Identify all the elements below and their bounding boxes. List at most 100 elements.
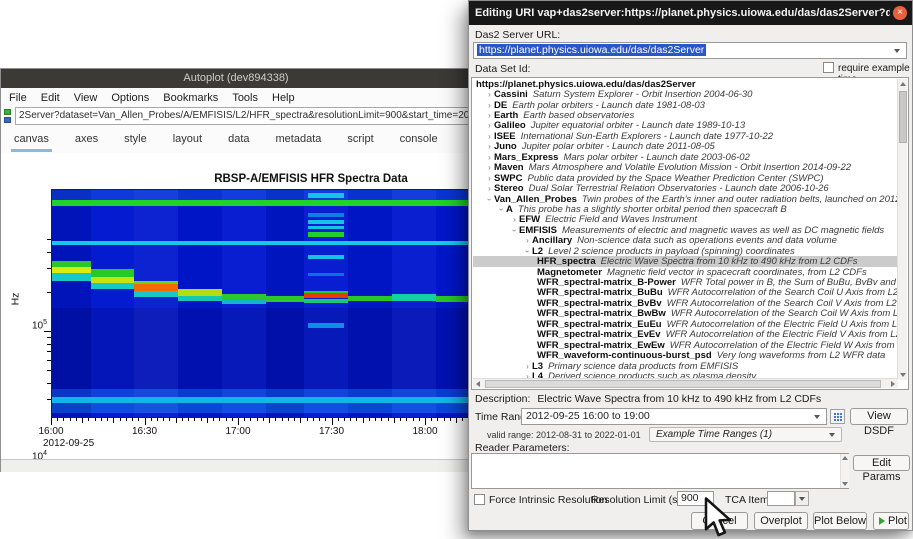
tree-item-maven[interactable]: ›MavenMars Atmosphere and Volatile Evolu… [473,163,897,173]
collapse-icon[interactable]: › [523,247,532,256]
tree-item-description: Dual Solar Terrestrial Relation Observat… [529,183,829,194]
x-tick [307,418,308,421]
spectrogram-band [308,255,343,259]
chevron-down-icon[interactable] [894,49,900,53]
expand-icon[interactable]: › [523,362,532,371]
tree-item-cassini[interactable]: ›CassiniSaturn System Explorer - Orbit I… [473,89,897,99]
chevron-down-icon[interactable] [799,497,805,501]
scroll-left-icon[interactable] [476,381,480,387]
tree-item-wfr-spectral-matrix-bwbw[interactable]: WFR_spectral-matrix_BwBwWFR Autocorrelat… [473,309,897,319]
tree-item-efw[interactable]: ›EFWElectric Field and Waves Instrument [473,215,897,225]
tree-horizontal-scrollbar[interactable] [473,378,898,388]
view-dsdf-button[interactable]: View DSDF [850,408,908,425]
plot-canvas[interactable]: RBSP-A/EMFISIS HFR Spectra Data Hz 10510… [1,153,471,459]
tree-item-https-planet-physics-uiowa-edu-das-das2s[interactable]: https://planet.physics.uiowa.edu/das/das… [473,79,897,89]
expand-icon[interactable]: › [485,153,494,162]
das2-url-combobox[interactable]: https://planet.physics.uiowa.edu/das/das… [473,42,907,59]
tab-canvas[interactable]: canvas [11,127,52,152]
plot-box[interactable] [51,189,469,418]
tab-console[interactable]: console [397,127,441,152]
tab-style[interactable]: style [121,127,150,152]
tree-item-hfr-spectra[interactable]: HFR_spectraElectric Wave Spectra from 10… [473,256,897,266]
dialog-titlebar[interactable]: Editing URI vap+das2server:https://plane… [469,1,912,25]
plot-below-button[interactable]: Plot Below [813,512,867,530]
close-icon[interactable]: × [893,6,907,20]
time-range-combobox[interactable]: 2012-09-25 16:00 to 19:00 [521,408,827,425]
tree-item-ancillary[interactable]: ›AncillaryNon-science data such as opera… [473,236,897,246]
tree-item-isee[interactable]: ›ISEEInternational Sun-Earth Explorers -… [473,131,897,141]
tca-item-dropdown-button[interactable] [795,491,809,506]
force-intrinsic-resolution-checkbox[interactable] [474,494,485,505]
tree-item-name: ISEE [494,131,516,142]
plot-button[interactable]: Plot [873,512,909,530]
expand-icon[interactable]: › [523,236,532,245]
tca-item-combobox[interactable] [767,491,795,506]
collapse-icon[interactable]: › [485,195,494,204]
tree-item-swpc[interactable]: ›SWPCPublic data provided by the Space W… [473,173,897,183]
expand-icon[interactable]: › [485,184,494,193]
tree-item-galileo[interactable]: ›GalileoJupiter equatorial orbiter - Lau… [473,121,897,131]
expand-icon[interactable]: › [485,90,494,99]
require-example-time-checkbox[interactable] [823,62,834,73]
tree-vertical-scrollbar[interactable] [897,79,907,380]
tree-item-mars-express[interactable]: ›Mars_ExpressMars polar orbiter - Launch… [473,152,897,162]
expand-icon[interactable]: › [485,132,494,141]
tree-item-wfr-spectral-matrix-bubu[interactable]: WFR_spectral-matrix_BuBuWFR Autocorrelat… [473,288,897,298]
chevron-down-icon[interactable] [814,415,820,419]
example-time-ranges-combobox[interactable]: Example Time Ranges (1) [649,427,842,442]
tab-data[interactable]: data [225,127,252,152]
spectrogram-band [52,273,91,281]
tree-item-a[interactable]: ›AThis probe has a slightly shorter orbi… [473,204,897,214]
tree-item-wfr-spectral-matrix-bvbv[interactable]: WFR_spectral-matrix_BvBvWFR Autocorrelat… [473,298,897,308]
spectrogram[interactable] [52,190,469,417]
collapse-icon[interactable]: › [510,226,519,235]
textarea-scrollbar[interactable] [840,454,849,488]
scroll-right-icon[interactable] [891,381,895,387]
scroll-down-icon[interactable] [900,373,906,377]
expand-icon[interactable]: › [485,163,494,172]
tree-item-magnetometer[interactable]: MagnetometerMagnetic field vector in spa… [473,267,897,277]
uri-address-input[interactable]: 2Server?dataset=Van_Allen_Probes/A/EMFIS… [15,107,472,125]
collapse-icon[interactable]: › [497,205,506,214]
tree-item-description: WFR Total power in B, the Sum of BuBu, B… [681,277,897,288]
expand-icon[interactable]: › [510,215,519,224]
tree-item-wfr-spectral-matrix-b-power[interactable]: WFR_spectral-matrix_B-PowerWFR Total pow… [473,277,897,287]
tree-item-stereo[interactable]: ›StereoDual Solar Terrestrial Relation O… [473,183,897,193]
reader-parameters-textarea[interactable] [471,453,849,489]
edit-params-button[interactable]: Edit Params [853,455,910,471]
tree-item-de[interactable]: ›DEEarth polar orbiters - Launch date 19… [473,100,897,110]
calendar-button[interactable] [830,409,845,424]
tree-item-wfr-waveform-continuous-burst-psd[interactable]: WFR_waveform-continuous-burst_psdVery lo… [473,350,897,360]
expand-icon[interactable]: › [485,174,494,183]
tab-axes[interactable]: axes [72,127,101,152]
tree-item-description: Very long waveforms from L2 WFR data [717,350,886,361]
expand-icon[interactable]: › [485,121,494,130]
y-tick-label: 104 [23,450,47,459]
tab-script[interactable]: script [344,127,376,152]
overplot-button[interactable]: Overplot [754,512,808,530]
expand-icon[interactable]: › [485,142,494,151]
scroll-up-icon[interactable] [842,456,848,460]
autoplot-titlebar[interactable]: Autoplot (dev894338) [1,69,471,88]
chevron-down-icon[interactable] [829,433,835,437]
scrollbar-thumb[interactable] [485,380,881,388]
expand-icon[interactable]: › [485,101,494,110]
tree-item-emfisis[interactable]: ›EMFISISMeasurements of electric and mag… [473,225,897,235]
tree-item-l3[interactable]: ›L3Primary science data products from EM… [473,361,897,371]
stop-icon[interactable] [4,117,11,123]
tab-metadata[interactable]: metadata [273,127,325,152]
tree-item-van-allen-probes[interactable]: ›Van_Allen_ProbesTwin probes of the Eart… [473,194,897,204]
scroll-down-icon[interactable] [842,482,848,486]
tree-item-earth[interactable]: ›EarthEarth based observatories [473,110,897,120]
tree-item-wfr-spectral-matrix-evev[interactable]: WFR_spectral-matrix_EvEvWFR Autocorrelat… [473,330,897,340]
expand-icon[interactable]: › [485,111,494,120]
tree-item-juno[interactable]: ›JunoJupiter polar orbiter - Launch date… [473,142,897,152]
scroll-up-icon[interactable] [900,82,906,86]
tree-item-wfr-spectral-matrix-eueu[interactable]: WFR_spectral-matrix_EuEuWFR Autocorrelat… [473,319,897,329]
tree-item-l2[interactable]: ›L2Level 2 science products in payload (… [473,246,897,256]
scrollbar-thumb[interactable] [899,91,907,143]
tab-layout[interactable]: layout [170,127,205,152]
go-icon[interactable] [4,109,11,115]
tree-item-wfr-spectral-matrix-ewew[interactable]: WFR_spectral-matrix_EwEwWFR Autocorrelat… [473,340,897,350]
spectrogram-band [52,241,469,245]
